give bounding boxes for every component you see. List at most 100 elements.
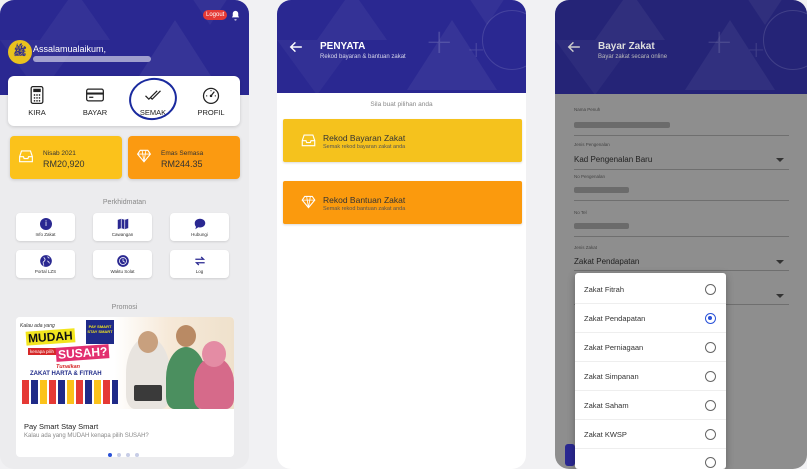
back-arrow-icon[interactable] <box>289 41 303 53</box>
carousel-dot[interactable] <box>126 453 130 457</box>
dropdown-option[interactable]: Zakat Saham <box>575 391 726 420</box>
penyata-screen: + + PENYATA Rekod bayaran & bantuan zaka… <box>277 0 526 469</box>
nama-label: Nama Penuh <box>574 107 601 112</box>
inbox-icon <box>301 134 316 147</box>
choice-prompt: Sila buat pilihan anda <box>370 101 433 108</box>
service-log[interactable]: Log <box>170 250 229 278</box>
service-label: Hubungi <box>191 232 208 237</box>
penyata-header: + + PENYATA Rekod bayaran & bantuan zaka… <box>277 0 526 93</box>
no-pengenalan-label: No Pengenalan <box>574 174 606 179</box>
radio-button[interactable] <box>705 457 716 468</box>
quick-profil-button[interactable]: PROFIL <box>182 76 240 126</box>
service-label: Info Zakat <box>35 232 56 237</box>
no-tel-field[interactable] <box>574 223 629 229</box>
services-title: Perkhidmatan <box>102 199 147 206</box>
bell-icon[interactable] <box>230 10 241 21</box>
penyata-title: PENYATA <box>320 41 366 52</box>
option-label: Zakat Pendapatan <box>584 314 646 323</box>
home-screen: ﷺ Assalamualaikum, Logout KIRA BAYAR SEM… <box>0 0 249 469</box>
dropdown-option-partial[interactable] <box>575 449 726 469</box>
promo-banner-image: Kalau ada yang MUDAH kenapa pilih SUSAH?… <box>16 317 234 409</box>
quick-kira-label: KIRA <box>28 108 46 117</box>
emas-value: RM244.35 <box>161 159 203 169</box>
bayar-header: + + Bayar Zakat Bayar zakat secara onlin… <box>555 0 807 94</box>
bayar-subtitle: Bayar zakat secara online <box>598 54 668 60</box>
quick-profil-label: PROFIL <box>197 108 225 117</box>
promo-card-title: Pay Smart Stay Smart <box>24 422 99 431</box>
option-label: Zakat Simpanan <box>584 372 639 381</box>
rekod-bantuan-subtitle: Semak rekod bantuan zakat anda <box>323 206 406 212</box>
jenis-zakat-label: Jenis Zakat <box>574 245 598 250</box>
rekod-bayaran-button[interactable]: Rekod Bayaran Zakat Semak rekod bayaran … <box>283 119 522 162</box>
no-pengenalan-field[interactable] <box>574 187 629 193</box>
quick-bayar-button[interactable]: BAYAR <box>66 76 124 126</box>
promo-card[interactable]: Kalau ada yang MUDAH kenapa pilih SUSAH?… <box>16 317 234 457</box>
bayar-title: Bayar Zakat <box>598 41 655 52</box>
service-waktu-solat[interactable]: Waktu Solat <box>93 250 152 278</box>
quick-bayar-label: BAYAR <box>82 108 108 117</box>
service-info-zakat[interactable]: i Info Zakat <box>16 213 75 241</box>
chevron-down-icon <box>776 294 784 298</box>
service-cawangan[interactable]: Cawangan <box>93 213 152 241</box>
no-tel-label: No Tel <box>574 210 587 215</box>
radio-button[interactable] <box>705 400 716 411</box>
chat-icon <box>194 218 206 230</box>
greeting-text: Assalamualaikum, <box>33 44 107 54</box>
hand-drawn-circle-annotation <box>125 74 181 124</box>
rekod-bayaran-subtitle: Semak rekod bayaran zakat anda <box>323 144 406 150</box>
radio-button-selected[interactable] <box>705 313 716 324</box>
radio-button[interactable] <box>705 284 716 295</box>
service-hubungi[interactable]: Hubungi <box>170 213 229 241</box>
user-name-redacted <box>33 56 151 62</box>
banner-tunaikan-text: Tunaikan <box>56 364 81 370</box>
inbox-icon <box>19 150 33 163</box>
penyata-subtitle: Rekod bayaran & bantuan zakat <box>320 54 406 60</box>
service-label: Waktu Solat <box>110 269 135 274</box>
emas-card[interactable]: Emas Semasa RM244.35 <box>128 136 240 179</box>
carousel-dot[interactable] <box>135 453 139 457</box>
option-label: Zakat Fitrah <box>584 285 625 294</box>
dropdown-option[interactable]: Zakat Simpanan <box>575 362 726 391</box>
banner-badge: PAY SMART STAY SMART <box>86 320 114 344</box>
jenis-pengenalan-label: Jenis Pengenalan <box>574 142 610 147</box>
carousel-dot[interactable] <box>117 453 121 457</box>
jenis-zakat-select[interactable]: Zakat Pendapatan <box>574 257 639 266</box>
dropdown-option[interactable]: Zakat Fitrah <box>575 275 726 304</box>
quick-semak-button[interactable]: SEMAK <box>124 74 182 126</box>
promo-card-subtitle: Kalau ada yang MUDAH kenapa pilih SUSAH? <box>24 433 149 439</box>
nisab-card[interactable]: Nisab 2021 RM20,920 <box>10 136 122 179</box>
lzs-logo-icon: ﷺ <box>8 40 32 64</box>
logout-button[interactable]: Logout <box>203 10 228 20</box>
banner-kalau-text: Kalau ada yang <box>20 323 55 329</box>
radio-button[interactable] <box>705 371 716 382</box>
nisab-value: RM20,920 <box>43 159 85 169</box>
gauge-icon <box>202 87 220 104</box>
dropdown-option[interactable]: Zakat Perniagaan <box>575 333 726 362</box>
diamond-icon <box>136 149 152 163</box>
service-portal-lzs[interactable]: Portal LZS <box>16 250 75 278</box>
rekod-bantuan-button[interactable]: Rekod Bantuan Zakat Semak rekod bantuan … <box>283 181 522 224</box>
service-label: Cawangan <box>111 232 134 237</box>
chevron-down-icon <box>776 260 784 264</box>
rekod-bantuan-title: Rekod Bantuan Zakat <box>323 195 406 205</box>
info-icon: i <box>40 218 52 230</box>
carousel-dot-active[interactable] <box>108 453 112 457</box>
nama-field[interactable] <box>574 122 670 128</box>
globe-icon <box>40 255 52 267</box>
jenis-zakat-dropdown: Zakat Fitrah Zakat Pendapatan Zakat Pern… <box>575 273 726 469</box>
quick-kira-button[interactable]: KIRA <box>8 76 66 126</box>
radio-button[interactable] <box>705 342 716 353</box>
radio-button[interactable] <box>705 429 716 440</box>
quick-actions-card: KIRA BAYAR SEMAK PROFIL <box>8 74 240 126</box>
back-arrow-icon[interactable] <box>567 41 581 53</box>
card-icon <box>86 88 104 102</box>
submit-button[interactable] <box>565 444 575 466</box>
jenis-pengenalan-select[interactable]: Kad Pengenalan Baru <box>574 155 652 164</box>
swap-icon <box>194 256 206 266</box>
emas-label: Emas Semasa <box>161 150 204 157</box>
dropdown-option[interactable]: Zakat Pendapatan <box>575 304 726 333</box>
service-label: Portal LZS <box>34 269 57 274</box>
option-label: Zakat Perniagaan <box>584 343 644 352</box>
dropdown-option[interactable]: Zakat KWSP <box>575 420 726 449</box>
option-label: Zakat Saham <box>584 401 629 410</box>
